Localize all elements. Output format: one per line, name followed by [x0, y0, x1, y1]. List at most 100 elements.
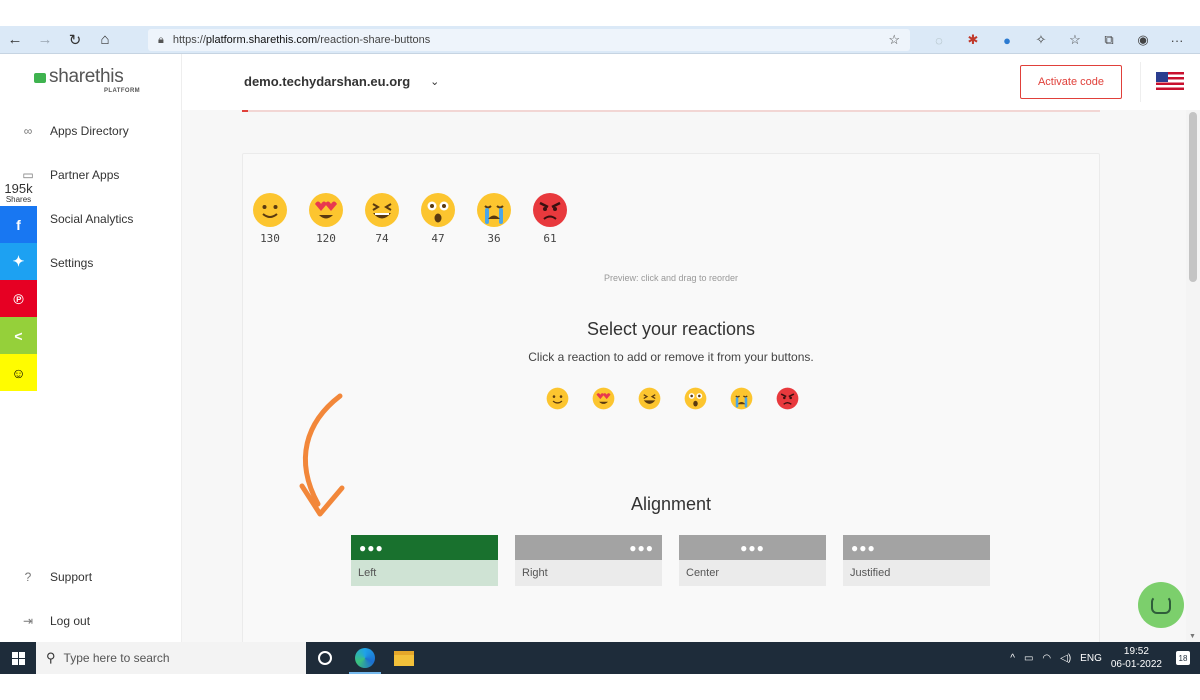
facebook-icon: f: [16, 216, 21, 233]
share-count: 195k: [4, 181, 33, 196]
page-scrollbar[interactable]: ▼: [1186, 110, 1200, 642]
address-bar[interactable]: 🔒︎ https://platform.sharethis.com/reacti…: [148, 29, 910, 51]
alignment-preview-dots: ●●●: [843, 535, 990, 560]
extension-ladybug-icon[interactable]: ✱: [956, 32, 990, 48]
extension-puzzle-icon[interactable]: ✧: [1024, 32, 1058, 48]
chat-support-button[interactable]: [1138, 582, 1184, 628]
alignment-option-center[interactable]: ●●● Center: [679, 535, 826, 586]
pick-heart-eyes-icon[interactable]: [592, 387, 615, 410]
reaction-config-card: 130 120 74 47 36 61 Preview: click and d…: [242, 153, 1100, 642]
refresh-icon[interactable]: ↻: [60, 26, 90, 54]
sidebar-item-partner-apps[interactable]: ▭ Partner Apps: [20, 168, 119, 182]
share-count-label: Shares: [5, 195, 32, 204]
favorites-icon[interactable]: ☆: [1058, 32, 1092, 48]
alignment-option-left[interactable]: ●●● Left: [351, 535, 498, 586]
logo-text: sharethis: [49, 66, 124, 87]
alignment-option-justified[interactable]: ●●● Justified: [843, 535, 990, 586]
activate-code-button[interactable]: Activate code: [1020, 65, 1122, 99]
taskbar-search[interactable]: ⚲ Type here to search: [36, 642, 306, 674]
pick-laughing-icon[interactable]: [638, 387, 661, 410]
reaction-crying[interactable]: 36: [475, 192, 513, 245]
pick-surprised-icon[interactable]: [684, 387, 707, 410]
cortana-icon: [318, 651, 332, 665]
sidebar-item-label: Support: [50, 570, 93, 584]
reaction-count: 47: [431, 232, 445, 245]
reaction-count: 61: [543, 232, 557, 245]
favorite-star-icon[interactable]: ☆: [888, 32, 900, 48]
help-circle-icon: ?: [24, 570, 32, 584]
sharethis-share-button[interactable]: <: [0, 317, 37, 354]
folder-icon: [394, 650, 414, 666]
reaction-surprised[interactable]: 47: [419, 192, 457, 245]
extension-eye-icon[interactable]: ◌: [922, 33, 956, 48]
language-indicator[interactable]: ENG: [1080, 653, 1102, 664]
collections-icon[interactable]: ⧉: [1092, 32, 1126, 48]
alignment-option-label: Justified: [843, 560, 990, 586]
profile-avatar-icon[interactable]: ◉: [1126, 32, 1160, 48]
twitter-icon: ✦: [12, 253, 25, 269]
pick-angry-icon[interactable]: [776, 387, 799, 410]
site-selector[interactable]: demo.techydarshan.eu.org ⌄: [244, 74, 439, 89]
app-header: sharethis PLATFORM demo.techydarshan.eu.…: [0, 54, 1200, 110]
start-button[interactable]: [0, 642, 36, 674]
sidebar-item-social-analytics[interactable]: Social Analytics: [20, 212, 133, 226]
alignment-preview-dots: ●●●: [351, 535, 498, 560]
crying-emoji-icon: [476, 192, 512, 228]
us-flag-icon[interactable]: [1156, 72, 1184, 90]
reaction-heart-eyes[interactable]: 120: [307, 192, 345, 245]
reaction-count: 74: [375, 232, 389, 245]
scroll-down-icon[interactable]: ▼: [1189, 633, 1196, 640]
pick-smile-icon[interactable]: [546, 387, 569, 410]
wifi-icon[interactable]: ◠: [1042, 653, 1051, 664]
edge-taskbar-button[interactable]: [345, 642, 385, 674]
url-host: platform.sharethis.com: [205, 34, 318, 46]
pick-crying-icon[interactable]: [730, 387, 753, 410]
forward-icon[interactable]: →: [30, 26, 60, 54]
sidebar-item-logout[interactable]: ⇥ Log out: [20, 614, 90, 628]
sidebar-item-label: Log out: [50, 614, 91, 628]
bottom-blank-area: [0, 674, 1200, 700]
notification-count: 18: [1178, 653, 1188, 663]
chevron-up-icon[interactable]: ^: [1010, 653, 1015, 664]
snapchat-share-button[interactable]: ☺: [0, 354, 37, 391]
main-content: 130 120 74 47 36 61 Preview: click and d…: [182, 110, 1186, 642]
notification-center-button[interactable]: 18: [1176, 651, 1190, 665]
chat-icon: [1151, 596, 1171, 614]
alignment-preview-dots: ●●●: [679, 535, 826, 560]
surprised-emoji-icon: [420, 192, 456, 228]
alignment-title: Alignment: [630, 494, 712, 514]
laughing-emoji-icon: [364, 192, 400, 228]
back-icon[interactable]: ←: [0, 26, 30, 54]
sidebar-item-support[interactable]: ? Support: [20, 570, 92, 584]
battery-icon[interactable]: ▭: [1024, 653, 1033, 664]
sharethis-logo[interactable]: sharethis PLATFORM: [34, 66, 140, 94]
sidebar-item-label: Settings: [50, 256, 94, 270]
sharethis-logo-icon: [34, 73, 46, 83]
logout-icon: ⇥: [22, 614, 34, 628]
reaction-laughing[interactable]: 74: [363, 192, 401, 245]
scrollbar-thumb[interactable]: [1189, 112, 1197, 282]
snapchat-icon: ☺: [11, 364, 26, 381]
volume-icon[interactable]: ◁): [1060, 653, 1071, 664]
preview-hint: Preview: click and drag to reorder: [603, 273, 739, 283]
reaction-angry[interactable]: 61: [531, 192, 569, 245]
home-icon[interactable]: ⌂: [90, 26, 120, 54]
cortana-button[interactable]: [305, 642, 345, 674]
partner-icon: ▭: [22, 168, 34, 182]
sidebar-item-apps-directory[interactable]: ∞ Apps Directory: [20, 124, 129, 138]
more-menu-icon[interactable]: ···: [1160, 33, 1194, 48]
reaction-count: 120: [316, 232, 336, 245]
clock[interactable]: 19:52 06-01-2022: [1111, 645, 1162, 671]
twitter-share-button[interactable]: ✦: [0, 243, 37, 280]
file-explorer-button[interactable]: [384, 642, 424, 674]
extension-dot-icon[interactable]: ●: [990, 33, 1024, 48]
search-icon: ⚲: [46, 650, 56, 665]
facebook-share-button[interactable]: f: [0, 206, 37, 243]
reaction-count: 36: [487, 232, 501, 245]
select-reactions-title: Select your reactions: [586, 319, 756, 339]
alignment-preview-dots: ●●●: [515, 535, 662, 560]
reaction-smile[interactable]: 130: [251, 192, 289, 245]
alignment-option-label: Left: [351, 560, 498, 586]
pinterest-share-button[interactable]: ℗: [0, 280, 37, 317]
alignment-option-right[interactable]: ●●● Right: [515, 535, 662, 586]
